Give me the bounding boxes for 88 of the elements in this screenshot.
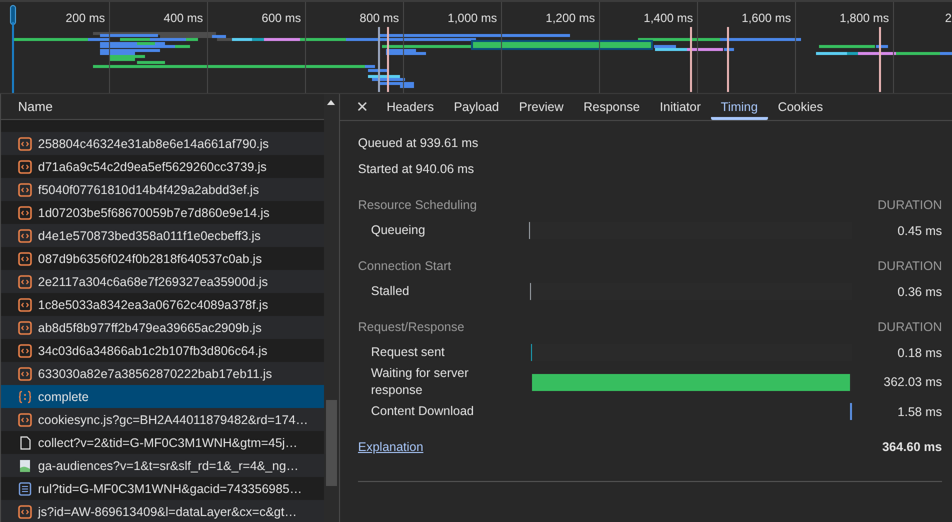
duration-value: 0.36 ms [896, 284, 942, 298]
range-handle[interactable] [10, 5, 16, 25]
duration-header: DURATION [878, 259, 942, 273]
phase-label: Stalled [370, 283, 410, 300]
request-name: f5040f07761810d14b4f429a2abdd3ef.js [38, 182, 260, 196]
script-icon [18, 136, 32, 150]
time-label: 800 ms [360, 11, 399, 25]
script-icon [18, 160, 32, 174]
request-name: cookiesync.js?gc=BH2A44011879482&rd=174… [38, 412, 308, 426]
script-icon [18, 228, 32, 242]
script-icon [18, 412, 32, 426]
phase-label: Queueing [370, 222, 426, 239]
time-label: 400 ms [164, 11, 203, 25]
duration-header: DURATION [878, 320, 942, 334]
time-label: 1,600 ms [742, 11, 791, 25]
explanation-link[interactable]: Explanation [358, 440, 424, 454]
request-row[interactable]: f5040f07761810d14b4f429a2abdd3ef.js [1, 178, 324, 201]
script-icon [18, 504, 32, 518]
total-duration: 364.60 ms [882, 440, 942, 454]
section-title: Connection Start [358, 259, 452, 273]
text-file-icon [18, 482, 32, 496]
request-name: js?id=AW-869613409&l=dataLayer&cx=c&gt… [38, 504, 297, 518]
phase-label: Request sent [370, 344, 446, 361]
tab[interactable]: Initiator [650, 94, 711, 120]
request-name: 1c8e5033a8342ea3a06762c4089a378f.js [38, 298, 268, 312]
request-row[interactable]: js?id=AW-869613409&l=dataLayer&cx=c&gt… [1, 500, 324, 522]
request-row[interactable]: 633030a82e7a38562870222bab17eb11.js [1, 362, 324, 385]
request-name: 1d07203be5f68670059b7e7d860e9e14.js [38, 206, 270, 220]
tab[interactable]: Headers [376, 94, 444, 120]
request-row[interactable]: ga-audiences?v=1&t=sr&slf_rd=1&_r=4&_ng… [1, 454, 324, 477]
request-name: 258804c46324e31ab8e6e14a661af790.js [38, 136, 269, 150]
request-name: d4e1e570873bed358a011f1e0ecbeff3.js [38, 228, 261, 242]
time-label: 1,800 ms [840, 11, 889, 25]
script-icon [18, 252, 32, 266]
request-row[interactable]: complete [1, 385, 324, 408]
tab[interactable]: Timing [710, 94, 768, 120]
column-header[interactable]: Name [0, 94, 324, 120]
document-icon [18, 436, 32, 450]
request-name: 087d9b6356f024f0b2818f640537c0ab.js [38, 252, 262, 266]
request-name: complete [38, 390, 89, 404]
tab[interactable]: Cookies [768, 94, 833, 120]
request-name: rul?tid=G-MF0C3M1WNH&gacid=743356985… [38, 482, 302, 496]
tab[interactable]: Payload [444, 94, 510, 120]
time-label: 200 ms [66, 11, 105, 25]
request-name: 34c03d6a34866ab1c2b107fb3d806c64.js [38, 344, 268, 358]
request-name: ga-audiences?v=1&t=sr&slf_rd=1&_r=4&_ng… [38, 458, 299, 472]
duration-header: DURATION [878, 198, 942, 212]
request-name: 633030a82e7a38562870222bab17eb11.js [38, 366, 272, 380]
time-label: 1,000 ms [448, 11, 497, 25]
duration-value: 0.18 ms [896, 346, 942, 360]
scroll-thumb[interactable] [326, 400, 338, 486]
phase-label: Content Download [370, 403, 475, 420]
scrollbar[interactable] [324, 94, 339, 522]
time-label: 600 ms [262, 11, 301, 25]
script-icon [18, 298, 32, 312]
request-row[interactable]: 258804c46324e31ab8e6e14a661af790.js [1, 132, 324, 155]
phase-label: Waiting for server response [370, 365, 470, 399]
duration-value: 1.58 ms [896, 404, 942, 418]
script-icon [18, 344, 32, 358]
section-title: Request/Response [358, 320, 464, 334]
started-time: Started at 940.06 ms [358, 161, 476, 178]
request-row[interactable]: ab8d5f8b977ff2b479ea39665ac2909b.js [1, 316, 324, 339]
script-icon [18, 182, 32, 196]
duration-value: 0.45 ms [896, 224, 942, 238]
script-icon [18, 366, 32, 380]
section-title: Resource Scheduling [358, 198, 477, 212]
tab[interactable]: Preview [509, 94, 574, 120]
request-row[interactable]: d4e1e570873bed358a011f1e0ecbeff3.js [1, 224, 324, 247]
scroll-up-icon[interactable] [327, 100, 336, 105]
duration-value: 362.03 ms [882, 375, 942, 389]
request-name: ab8d5f8b977ff2b479ea39665ac2909b.js [38, 320, 262, 334]
request-name: 2e2117a304c6a68e7f269327ea35900d.js [38, 274, 268, 288]
queued-time: Queued at 939.61 ms [358, 135, 480, 152]
script-icon [18, 274, 32, 288]
time-label: 2, [945, 11, 952, 25]
braces-icon [18, 390, 32, 404]
overview-timeline[interactable]: 200 ms 400 ms 600 ms 800 ms 1,000 ms 1,200 ms 1,400 ms 1,600 ms 1,800 ms 2, [0, 0, 952, 94]
time-label: 1,200 ms [546, 11, 595, 25]
time-label: 1,400 ms [644, 11, 693, 25]
script-icon [18, 206, 32, 220]
request-name: d71a6a9c54c2d9ea5ef5629260cc3739.js [38, 160, 267, 174]
image-icon [18, 458, 32, 472]
request-name: collect?v=2&tid=G-MF0C3M1WNH&gtm=45j… [38, 436, 298, 450]
request-row[interactable]: cookiesync.js?gc=BH2A44011879482&rd=174… [1, 408, 324, 431]
script-icon [18, 320, 32, 334]
tab[interactable]: Response [573, 94, 650, 120]
request-row[interactable]: 2e2117a304c6a68e7f269327ea35900d.js [1, 270, 324, 293]
close-button[interactable]: ✕ [348, 94, 377, 120]
